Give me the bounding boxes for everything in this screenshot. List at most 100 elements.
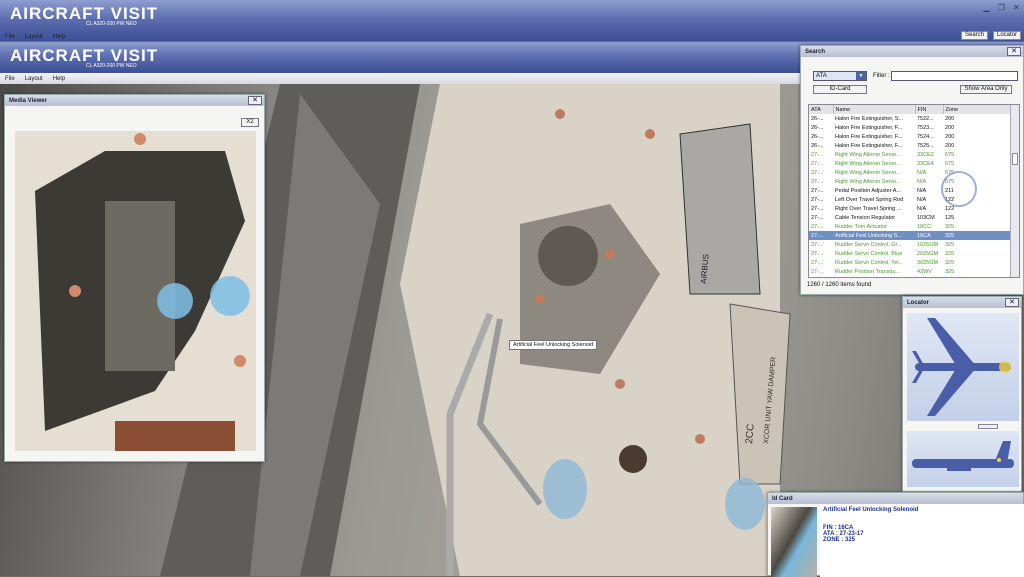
table-cell: 27-... [811,268,824,275]
table-cell: 325 [943,231,1019,240]
close-icon[interactable]: ✕ [1005,298,1019,307]
table-cell: 200 [945,142,955,149]
search-button[interactable]: Search [960,31,988,40]
table-row[interactable]: 27-... Rudder Servo Control, Blue 2025GM 32… [809,249,1019,258]
table-row[interactable]: 27-... Artificial Feel Unlocking S... 16CA… [809,231,1019,240]
locator-top-view[interactable] [907,313,1019,421]
close-icon[interactable]: ✕ [1012,3,1021,12]
table-row[interactable]: 26-... Halon Fire Extinguisher, F... 7523.… [809,123,1019,132]
id-card-thumbnail[interactable] [771,507,817,577]
search-title: Search [801,46,1023,57]
scrollbar-thumb[interactable] [1012,153,1018,165]
media-viewer-title: Media Viewer [5,95,264,106]
close-icon[interactable]: ✕ [1007,47,1021,56]
locator-title: Locator [903,297,1021,308]
table-cell: Halon Fire Extinguisher, F... [835,133,903,140]
table-cell: 27-... [811,259,824,266]
locator-side-view[interactable] [907,431,1019,487]
table-cell: 26-... [811,115,824,122]
table-cell: 42WV [917,268,932,275]
table-cell: 27-... [811,223,824,230]
menu-bar: File Layout Help [0,31,900,42]
restore-icon[interactable]: ❐ [997,3,1006,12]
table-cell: Right Over Travel Spring ... [835,205,902,212]
table-cell: 7524... [917,133,934,140]
table-cell: N/A [917,187,927,194]
table-cell: Halon Fire Extinguisher, F... [835,124,903,131]
chevron-down-icon: ▼ [856,72,866,80]
table-row[interactable]: 27-... Rudder Servo Control, Yel... 3025GM… [809,258,1019,267]
table-cell: 125 [945,214,955,221]
table-cell: 27-... [811,187,824,194]
table-row[interactable]: 27-... Pedal Position Adjuster A... N/A 211 [809,186,1019,195]
results-count: 1260 / 1260 items found [807,282,872,288]
table-cell: 27-... [811,151,824,158]
table-cell: Rudder Position Transdu... [835,268,901,275]
table-cell: 27-... [811,205,824,212]
table-cell: 3025GM [917,259,939,266]
table-cell: N/A [917,205,927,212]
id-card-button[interactable]: ID-Card [813,85,867,94]
menu-file-2[interactable]: File [5,76,15,82]
scrollbar[interactable] [1010,105,1019,277]
menu-help-2[interactable]: Help [53,76,65,82]
menu-layout[interactable]: Layout [25,34,43,40]
table-row[interactable]: 27-... Rudder Position Transdu... 42WV 325 [809,267,1019,276]
table-cell: 200 [945,115,955,122]
ata-select[interactable]: ATA ▼ [813,71,867,81]
ata-select-value: ATA [816,73,827,79]
locator-divider-handle[interactable] [978,424,998,429]
table-row[interactable]: 26-... Halon Fire Extinguisher, F... 7525.… [809,141,1019,150]
table-cell: Rudder Servo Control, Blue [835,250,903,257]
table-row[interactable]: 27-... Right Wing Aileron Servo... 33CE4 67… [809,159,1019,168]
table-cell: 325 [945,223,955,230]
table-row[interactable]: 27-... Cable Tension Regulator 103CM 125 [809,213,1019,222]
close-icon[interactable]: ✕ [248,96,262,105]
table-cell: 200 [945,124,955,131]
filter-input[interactable] [891,71,1018,81]
table-cell: N/A [917,196,927,203]
table-cell: 27-... [811,160,824,167]
zoom-button[interactable]: X2 [241,118,259,127]
table-cell: Right Wing Aileron Servo... [835,160,901,167]
table-cell: 26-... [811,124,824,131]
menu-layout-2[interactable]: Layout [25,76,43,82]
table-row[interactable]: 27-... Right Wing Aileron Servo... N/A 675 [809,168,1019,177]
table-row[interactable]: 26-... Halon Fire Extinguisher, S... 7522.… [809,114,1019,123]
table-cell: Halon Fire Extinguisher, S... [835,115,904,122]
table-cell: Halon Fire Extinguisher, F... [835,142,903,149]
table-cell: 325 [945,241,955,248]
minimize-icon[interactable]: ▁ [982,3,991,12]
col-ata[interactable]: ATA [809,105,834,114]
table-cell: 27-... [811,241,824,248]
show-area-button[interactable]: Show Area Only [960,85,1012,94]
app-subtitle-2: CL A320-200 PW NEO [86,63,137,69]
table-cell: Artificial Feel Unlocking S... [833,231,915,240]
menu-file[interactable]: File [5,34,15,40]
col-zone[interactable]: Zone [943,105,1019,114]
table-row[interactable]: 27-... Left Over Travel Spring Rod N/A 122 [809,195,1019,204]
table-cell: 26-... [811,133,824,140]
table-row[interactable]: 27-... Right Over Travel Spring ... N/A 122 [809,204,1019,213]
locator-button[interactable]: Locator [992,31,1021,40]
table-cell: N/A [917,178,927,185]
table-cell: 10CC [917,223,932,230]
table-row[interactable]: 27-... Rudder Trim Actuator 10CC 325 [809,222,1019,231]
table-cell: 7525... [917,142,934,149]
table-row[interactable]: 27-... Right Wing Aileron Servo... 33CE2 67… [809,150,1019,159]
id-card-panel: Id Card Artificial Feel Unlocking Soleno… [767,492,1024,577]
table-cell: 7523... [917,124,934,131]
table-row[interactable]: 27-... Right Wing Aileron Servo... N/A 675 [809,177,1019,186]
table-cell: Right Wing Aileron Servo... [835,169,901,176]
table-cell: 7522... [917,115,934,122]
table-cell: Left Over Travel Spring Rod [835,196,904,203]
table-cell: 27-... [809,231,833,240]
table-row[interactable]: 27-... Rudder Servo Control, Gr... 1025GM 3… [809,240,1019,249]
col-name[interactable]: Name [833,105,916,114]
table-row[interactable]: 26-... Halon Fire Extinguisher, F... 7524.… [809,132,1019,141]
table-cell: 33CE4 [917,160,934,167]
table-cell: Cable Tension Regulator [835,214,896,221]
table-cell: Rudder Trim Actuator [835,223,887,230]
menu-help[interactable]: Help [53,34,65,40]
col-fin[interactable]: FIN [915,105,944,114]
